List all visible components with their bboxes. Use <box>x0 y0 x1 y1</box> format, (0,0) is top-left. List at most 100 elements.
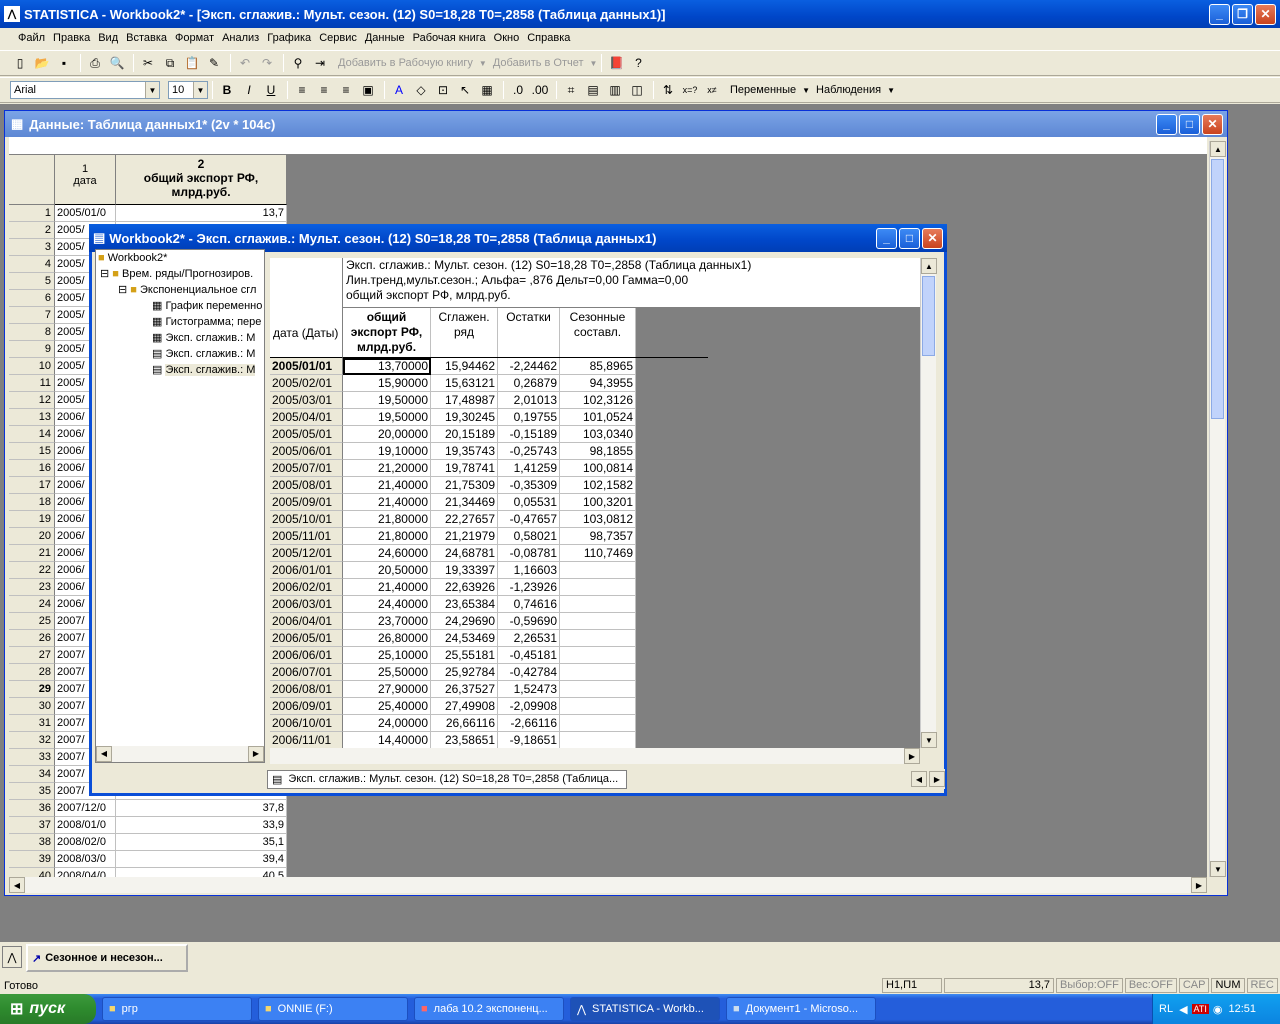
smoothed-cell[interactable]: 19,78741 <box>431 460 498 477</box>
smoothed-cell[interactable]: 23,65384 <box>431 596 498 613</box>
row-number[interactable]: 31 <box>9 715 55 732</box>
date-cell[interactable]: 2007/12/0 <box>55 800 116 817</box>
menu-workbook[interactable]: Рабочая книга <box>409 32 490 44</box>
row-number[interactable]: 18 <box>9 494 55 511</box>
seasonal-cell[interactable] <box>560 630 636 647</box>
row-number[interactable]: 17 <box>9 477 55 494</box>
residual-cell[interactable]: 2,26531 <box>498 630 560 647</box>
residual-cell[interactable]: -2,24462 <box>498 358 560 375</box>
seasonal-cell[interactable] <box>560 562 636 579</box>
smoothed-cell[interactable]: 26,66116 <box>431 715 498 732</box>
col-header-seasonal[interactable]: Сезонные составл. <box>560 308 636 357</box>
residual-cell[interactable]: -2,66116 <box>498 715 560 732</box>
tray-arrow-icon[interactable]: ◀ <box>1179 1003 1187 1016</box>
tree-item-exp3[interactable]: ▤ Эксп. сглажив.: М <box>96 362 264 378</box>
date-cell[interactable]: 2008/02/0 <box>55 834 116 851</box>
export-cell[interactable]: 21,40000 <box>343 477 431 494</box>
add-to-workbook-button[interactable]: Добавить в Рабочую книгу <box>338 57 473 69</box>
date-cell[interactable]: 2008/03/0 <box>55 851 116 868</box>
smoothed-cell[interactable]: 21,75309 <box>431 477 498 494</box>
residual-cell[interactable]: -9,18651 <box>498 732 560 748</box>
menu-insert[interactable]: Вставка <box>122 32 171 44</box>
smoothed-cell[interactable]: 19,33397 <box>431 562 498 579</box>
row-number[interactable]: 30 <box>9 698 55 715</box>
seasonal-cell[interactable] <box>560 715 636 732</box>
export-cell[interactable]: 24,60000 <box>343 545 431 562</box>
menu-tools[interactable]: Сервис <box>315 32 361 44</box>
border-icon[interactable]: ⊡ <box>433 80 453 100</box>
minimized-app-icon[interactable]: ⋀ <box>2 946 22 968</box>
tab-next-icon[interactable]: ▶ <box>929 771 945 787</box>
merge-icon[interactable]: ▣ <box>358 80 378 100</box>
row-number[interactable]: 10 <box>9 358 55 375</box>
var-icon3[interactable]: ▥ <box>605 80 625 100</box>
seasonal-cell[interactable]: 101,0524 <box>560 409 636 426</box>
tree-hscroll[interactable]: ◀ ▶ <box>96 746 264 762</box>
residual-cell[interactable]: 0,26879 <box>498 375 560 392</box>
smoothed-cell[interactable]: 15,63121 <box>431 375 498 392</box>
add-to-report-button[interactable]: Добавить в Отчет <box>493 57 584 69</box>
export-cell[interactable]: 21,40000 <box>343 494 431 511</box>
fill-color-icon[interactable]: ◇ <box>411 80 431 100</box>
var-icon4[interactable]: ◫ <box>627 80 647 100</box>
align-left-icon[interactable]: ≡ <box>292 80 312 100</box>
seasonal-cell[interactable] <box>560 681 636 698</box>
row-number[interactable]: 29 <box>9 681 55 698</box>
export-cell[interactable]: 13,70000 <box>343 358 431 375</box>
row-number[interactable]: 22 <box>9 562 55 579</box>
smoothed-cell[interactable]: 24,29690 <box>431 613 498 630</box>
corner-cell[interactable] <box>9 155 55 205</box>
smoothed-cell[interactable]: 19,35743 <box>431 443 498 460</box>
paste-icon[interactable]: 📋 <box>182 53 202 73</box>
seasonal-cell[interactable] <box>560 732 636 748</box>
font-color-icon[interactable]: A <box>389 80 409 100</box>
book-icon[interactable]: 📕 <box>606 53 626 73</box>
tree-item-graph[interactable]: ▦ График переменно <box>96 298 264 314</box>
smoothed-cell[interactable]: 25,92784 <box>431 664 498 681</box>
row-number[interactable]: 16 <box>9 460 55 477</box>
smoothed-cell[interactable]: 23,58651 <box>431 732 498 748</box>
residual-cell[interactable]: 1,16603 <box>498 562 560 579</box>
seasonal-cell[interactable]: 100,3201 <box>560 494 636 511</box>
residual-cell[interactable]: -0,08781 <box>498 545 560 562</box>
language-indicator[interactable]: RL <box>1159 1003 1173 1015</box>
row-number[interactable]: 39 <box>9 851 55 868</box>
row-number[interactable]: 19 <box>9 511 55 528</box>
seasonal-cell[interactable] <box>560 647 636 664</box>
row-number[interactable]: 11 <box>9 375 55 392</box>
minimized-window[interactable]: ↗ Сезонное и несезон... <box>26 944 188 972</box>
smoothed-cell[interactable]: 17,48987 <box>431 392 498 409</box>
tree-scroll-left-icon[interactable]: ◀ <box>96 746 112 762</box>
export-cell[interactable]: 20,50000 <box>343 562 431 579</box>
row-number[interactable]: 28 <box>9 664 55 681</box>
export-cell[interactable]: 24,00000 <box>343 715 431 732</box>
data-close-icon[interactable]: ✕ <box>1202 113 1223 135</box>
seasonal-cell[interactable]: 98,1855 <box>560 443 636 460</box>
residual-cell[interactable]: -0,42784 <box>498 664 560 681</box>
smoothed-cell[interactable]: 25,55181 <box>431 647 498 664</box>
wb-close-icon[interactable]: ✕ <box>922 227 943 249</box>
tree-node-timeseries[interactable]: ⊟ ■ Врем. ряды/Прогнозиров. <box>96 266 264 282</box>
row-number[interactable]: 34 <box>9 766 55 783</box>
wb-max-icon[interactable]: □ <box>899 227 920 249</box>
export-cell[interactable]: 25,10000 <box>343 647 431 664</box>
ati-icon[interactable]: ATI <box>1191 1004 1209 1014</box>
results-scroll-down-icon[interactable]: ▼ <box>921 732 937 748</box>
menu-data[interactable]: Данные <box>361 32 409 44</box>
task-pdf[interactable]: ■ лаба 10.2 экспоненц... <box>414 997 564 1021</box>
row-number[interactable]: 37 <box>9 817 55 834</box>
results-hscroll[interactable]: ▶ <box>270 748 920 764</box>
cases-menu[interactable]: Наблюдения <box>816 84 881 96</box>
tree-node-exp[interactable]: ⊟ ■ Экспоненциальное сгл <box>96 282 264 298</box>
residual-cell[interactable]: -1,23926 <box>498 579 560 596</box>
redo-icon[interactable]: ↷ <box>257 53 277 73</box>
export-cell[interactable]: 37,8 <box>116 800 287 817</box>
row-number[interactable]: 15 <box>9 443 55 460</box>
goto-icon[interactable]: ⇥ <box>310 53 330 73</box>
smoothed-cell[interactable]: 24,53469 <box>431 630 498 647</box>
row-number[interactable]: 23 <box>9 579 55 596</box>
export-cell[interactable]: 35,1 <box>116 834 287 851</box>
row-number[interactable]: 2 <box>9 222 55 239</box>
export-cell[interactable]: 19,10000 <box>343 443 431 460</box>
smoothed-cell[interactable]: 21,21979 <box>431 528 498 545</box>
